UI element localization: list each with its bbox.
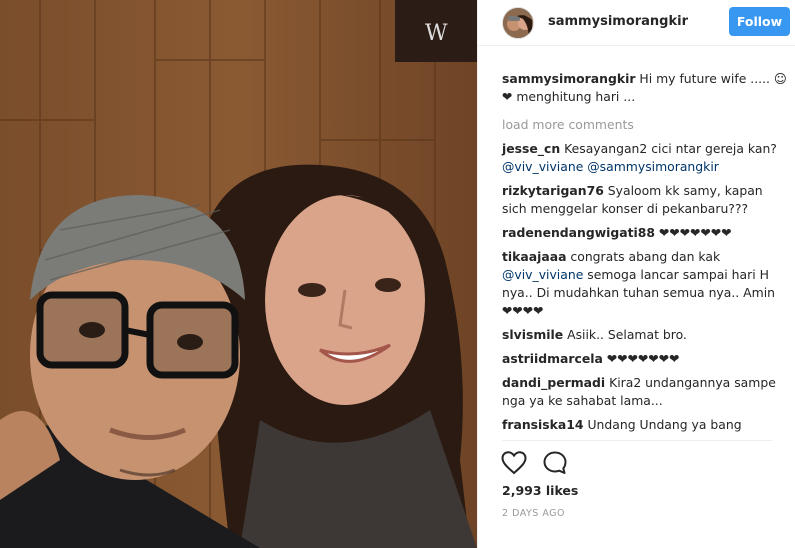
comment-button[interactable] xyxy=(541,449,569,477)
like-button[interactable] xyxy=(500,449,528,477)
follow-button[interactable]: Follow xyxy=(729,7,790,36)
comment-text: ❤❤❤❤❤❤❤ xyxy=(606,351,680,366)
comment-username[interactable]: jesse_cn xyxy=(502,141,560,156)
comment-username[interactable]: slvismile xyxy=(502,327,563,342)
comment-username[interactable]: tikaajaaa xyxy=(502,249,566,264)
comment-text: Asiik.. Selamat bro. xyxy=(567,327,687,342)
post-sidebar: sammysimorangkir Follow sammysimorangkir… xyxy=(477,0,795,548)
comment-text: Undang Undang ya bang xyxy=(587,417,742,432)
comment-items: jesse_cn Kesayangan2 cici ntar gereja ka… xyxy=(502,140,788,434)
avatar[interactable] xyxy=(502,7,534,39)
comment-text: ❤❤❤❤❤❤❤ xyxy=(659,225,732,240)
comment-item: fransiska14 Undang Undang ya bang xyxy=(502,416,788,434)
load-more-comments-link[interactable]: load more comments xyxy=(502,116,788,134)
comment-text: Kesayangan2 cici ntar gereja kan? xyxy=(564,141,777,156)
svg-text:W: W xyxy=(425,21,448,46)
heart-outline-icon xyxy=(501,451,527,475)
comment-username[interactable]: dandi_permadi xyxy=(502,375,605,390)
comment-username[interactable]: rizkytarigan76 xyxy=(502,183,604,198)
post-photo[interactable]: W xyxy=(0,0,477,548)
comment-mention[interactable]: @viv_viviane xyxy=(502,159,583,174)
speech-bubble-icon xyxy=(543,451,567,474)
selfie-photo-illustration: W xyxy=(0,0,477,548)
comment-item: jesse_cn Kesayangan2 cici ntar gereja ka… xyxy=(502,140,788,176)
comment-text: congrats abang dan kak xyxy=(570,249,721,264)
comment-username[interactable]: radenendangwigati88 xyxy=(502,225,655,240)
comment-item: rizkytarigan76 Syaloom kk samy, kapan si… xyxy=(502,182,788,218)
comments-list: sammysimorangkir Hi my future wife .....… xyxy=(502,70,788,440)
comment-mention[interactable]: @viv_viviane xyxy=(502,267,583,282)
comment-item: radenendangwigati88 ❤❤❤❤❤❤❤ xyxy=(502,224,788,242)
divider xyxy=(502,440,772,441)
comment-item: dandi_permadi Kira2 undangannya sampe ng… xyxy=(502,374,788,410)
comment-item: tikaajaaa congrats abang dan kak @viv_vi… xyxy=(502,248,788,320)
comment-item: astriidmarcela ❤❤❤❤❤❤❤ xyxy=(502,350,788,368)
post-actions xyxy=(500,449,577,477)
post-username[interactable]: sammysimorangkir xyxy=(548,14,688,29)
comment-username[interactable]: astriidmarcela xyxy=(502,351,603,366)
post-timestamp: 2 DAYS AGO xyxy=(502,508,565,519)
avatar-image xyxy=(503,8,533,38)
post-header: sammysimorangkir Follow xyxy=(478,0,795,46)
caption: sammysimorangkir Hi my future wife .....… xyxy=(502,70,788,106)
comment-item: slvismile Asiik.. Selamat bro. xyxy=(502,326,788,344)
comment-mention[interactable]: @sammysimorangkir xyxy=(587,159,719,174)
likes-count[interactable]: 2,993 likes xyxy=(502,483,578,498)
comment-username[interactable]: fransiska14 xyxy=(502,417,584,432)
caption-username[interactable]: sammysimorangkir xyxy=(502,71,635,86)
